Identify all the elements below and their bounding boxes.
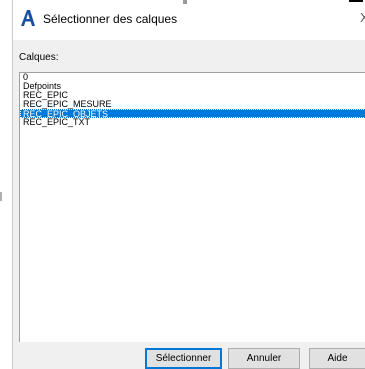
title-bar[interactable]: Sélectionner des calques X xyxy=(13,0,365,40)
layers-listbox[interactable]: 0 Defpoints REC_EPIC REC_EPIC_MESURE REC… xyxy=(19,72,365,342)
window-edge-tick xyxy=(183,0,187,4)
list-item[interactable]: REC_EPIC_MESURE xyxy=(20,100,365,109)
select-button[interactable]: Sélectionner xyxy=(145,348,222,369)
close-icon[interactable]: X xyxy=(360,11,365,25)
window-title: Sélectionner des calques xyxy=(43,12,178,26)
select-layers-dialog: Sélectionner des calques X Calques: 0 De… xyxy=(12,0,365,369)
layers-label: Calques: xyxy=(19,52,59,63)
list-item[interactable]: 0 xyxy=(20,73,365,82)
autocad-a-icon xyxy=(21,10,35,26)
cancel-button[interactable]: Annuler xyxy=(228,348,300,369)
corner-mark xyxy=(349,0,363,2)
list-item[interactable]: Defpoints xyxy=(20,82,365,91)
resize-handle[interactable] xyxy=(0,192,2,201)
list-item[interactable]: REC_EPIC_TXT xyxy=(20,118,365,127)
help-button[interactable]: Aide xyxy=(309,348,365,369)
